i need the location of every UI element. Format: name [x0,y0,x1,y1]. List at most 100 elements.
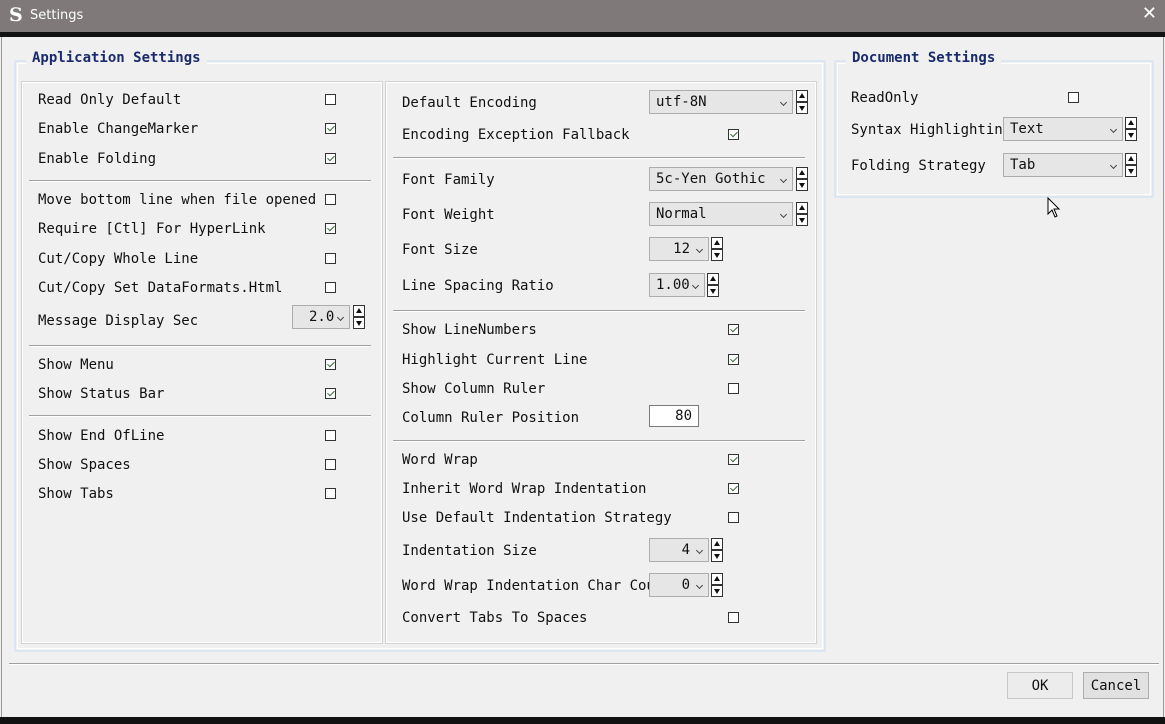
ok-button[interactable]: OK [1007,672,1073,699]
spin-up-icon[interactable] [711,538,723,550]
window-bottom-border [0,717,1165,724]
highlight-current-line-checkbox[interactable] [728,354,739,365]
show-spaces-label: Show Spaces [38,457,131,473]
spin-up-icon[interactable] [796,202,808,214]
spin-down-icon[interactable] [796,102,808,114]
row-inherit-word-wrap-indentation: Inherit Word Wrap Indentation [402,477,812,501]
row-require-ctl-hyperlink: Require [Ctl] For HyperLink [38,217,368,241]
show-menu-checkbox[interactable] [325,359,336,370]
enable-folding-checkbox[interactable] [325,153,336,164]
font-family-label: Font Family [402,172,495,188]
spin-down-icon[interactable] [353,317,365,329]
font-size-combo[interactable]: 12 [649,237,709,261]
spin-down-icon[interactable] [707,285,719,297]
row-column-ruler-position: Column Ruler Position 80 [402,405,812,430]
enable-change-marker-checkbox[interactable] [325,123,336,134]
chevron-down-icon [695,546,704,555]
row-show-end-of-line: Show End OfLine [38,424,368,448]
spin-down-icon[interactable] [796,214,808,226]
convert-tabs-to-spaces-label: Convert Tabs To Spaces [402,610,588,626]
spin-up-icon[interactable] [796,90,808,102]
encoding-exception-fallback-checkbox[interactable] [728,129,739,140]
show-tabs-checkbox[interactable] [325,488,336,499]
spin-down-icon[interactable] [711,585,723,597]
row-move-bottom-line: Move bottom line when file opened [38,188,368,212]
row-show-spaces: Show Spaces [38,453,368,477]
show-end-of-line-label: Show End OfLine [38,428,165,444]
font-size-spinner[interactable] [711,237,723,261]
font-weight-spinner[interactable] [796,202,808,226]
move-bottom-line-checkbox[interactable] [325,194,336,205]
indentation-size-combo[interactable]: 4 [649,538,709,562]
spin-down-icon[interactable] [1125,129,1137,141]
chevron-down-icon [779,98,788,107]
default-encoding-combo[interactable]: utf-8N [649,90,793,114]
spin-up-icon[interactable] [711,573,723,585]
line-spacing-ratio-spinner[interactable] [707,273,719,297]
chevron-down-icon [691,281,700,290]
spin-up-icon[interactable] [711,237,723,249]
font-family-spinner[interactable] [796,167,808,191]
word-wrap-indent-char-count-spinner[interactable] [711,573,723,597]
use-default-indentation-strategy-checkbox[interactable] [728,512,739,523]
document-read-only-checkbox[interactable] [1068,92,1079,103]
spin-down-icon[interactable] [796,179,808,191]
cut-copy-whole-line-checkbox[interactable] [325,253,336,264]
title-bar[interactable]: S Settings ✕ [0,0,1165,32]
word-wrap-indent-char-count-label: Word Wrap Indentation Char Count [402,578,672,594]
font-family-value: 5c-Yen Gothic Mono [656,171,774,187]
show-column-ruler-checkbox[interactable] [728,383,739,394]
spin-down-icon[interactable] [711,550,723,562]
word-wrap-checkbox[interactable] [728,454,739,465]
convert-tabs-to-spaces-checkbox[interactable] [728,612,739,623]
default-encoding-spinner[interactable] [796,90,808,114]
show-end-of-line-checkbox[interactable] [325,430,336,441]
require-ctl-hyperlink-label: Require [Ctl] For HyperLink [38,221,266,237]
footer-separator [9,663,1159,665]
cut-copy-html-checkbox[interactable] [325,282,336,293]
enable-change-marker-label: Enable ChangeMarker [38,121,199,137]
show-status-bar-checkbox[interactable] [325,388,336,399]
row-document-read-only: ReadOnly [851,86,1146,110]
document-settings-title: Document Settings [846,50,1002,66]
row-font-size: Font Size 12 [402,237,812,262]
spin-down-icon[interactable] [711,249,723,261]
column-ruler-position-label: Column Ruler Position [402,410,580,426]
spin-up-icon[interactable] [1125,153,1137,165]
message-display-sec-spinner[interactable] [353,305,365,329]
spin-up-icon[interactable] [707,273,719,285]
close-icon[interactable]: ✕ [1142,3,1157,24]
indentation-size-spinner[interactable] [711,538,723,562]
font-family-combo[interactable]: 5c-Yen Gothic Mono [649,167,793,191]
syntax-highlighting-spinner[interactable] [1125,117,1137,141]
read-only-default-checkbox[interactable] [325,94,336,105]
use-default-indentation-strategy-label: Use Default Indentation Strategy [402,510,672,526]
word-wrap-indent-char-count-value: 0 [681,577,690,593]
syntax-highlighting-combo[interactable]: Text [1003,117,1123,141]
chevron-down-icon [1109,125,1118,134]
chevron-down-icon [779,175,788,184]
line-spacing-ratio-combo[interactable]: 1.00 [649,273,705,297]
spin-up-icon[interactable] [796,167,808,179]
move-bottom-line-label: Move bottom line when file opened [38,192,317,208]
inherit-word-wrap-indentation-checkbox[interactable] [728,483,739,494]
font-weight-combo[interactable]: Normal [649,202,793,226]
application-settings-left-panel: Read Only Default Enable ChangeMarker En… [22,82,382,643]
row-font-weight: Font Weight Normal [402,202,812,227]
spin-down-icon[interactable] [1125,165,1137,177]
row-enable-change-marker: Enable ChangeMarker [38,117,368,141]
row-show-tabs: Show Tabs [38,482,368,506]
folding-strategy-spinner[interactable] [1125,153,1137,177]
word-wrap-indent-char-count-combo[interactable]: 0 [649,573,709,597]
spin-up-icon[interactable] [353,305,365,317]
require-ctl-hyperlink-checkbox[interactable] [325,223,336,234]
spin-up-icon[interactable] [1125,117,1137,129]
show-line-numbers-checkbox[interactable] [728,324,739,335]
row-show-column-ruler: Show Column Ruler [402,377,812,401]
application-settings-title: Application Settings [26,50,207,66]
column-ruler-position-input[interactable]: 80 [649,405,699,427]
folding-strategy-combo[interactable]: Tab [1003,153,1123,177]
message-display-sec-combo[interactable]: 2.0 [292,305,350,329]
show-spaces-checkbox[interactable] [325,459,336,470]
cancel-button[interactable]: Cancel [1083,672,1149,699]
